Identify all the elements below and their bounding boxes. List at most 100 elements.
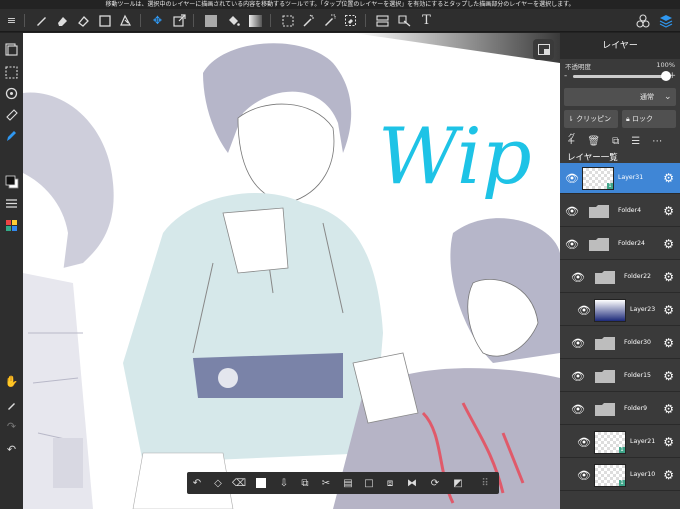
layer-property-icon[interactable] — [3, 41, 20, 58]
eye-icon[interactable]: 👁︎ — [577, 304, 591, 317]
left-tool-column: ✋ ↷ ↶ — [0, 33, 23, 509]
gear-icon[interactable]: ⚙ — [663, 237, 674, 251]
layers-icon[interactable] — [658, 13, 673, 28]
opacity-minus-button[interactable]: - — [564, 71, 567, 81]
folder-icon — [590, 334, 620, 353]
color-fill-icon[interactable] — [203, 13, 218, 28]
ruler-icon[interactable] — [3, 106, 20, 123]
eye-icon[interactable]: 👁︎ — [565, 205, 579, 218]
lock-button[interactable]: 🔒︎ ロック — [622, 110, 676, 128]
gear-icon[interactable]: ⚙ — [663, 435, 674, 449]
layer-row[interactable]: 👁︎ Folder9 ⚙ — [560, 394, 680, 425]
layer-row[interactable]: 👁︎ Folder30 ⚙ — [560, 328, 680, 359]
fill-eraser-icon[interactable] — [76, 13, 91, 28]
eye-icon[interactable]: 👁︎ — [565, 172, 579, 185]
transform-icon[interactable]: ◇ — [210, 475, 226, 491]
shape-icon[interactable] — [118, 13, 133, 28]
blend-mode-select[interactable]: 通常 — [564, 88, 676, 106]
cut-icon[interactable]: ✂ — [318, 475, 334, 491]
list-icon[interactable]: ☰ — [631, 136, 640, 147]
undo-icon[interactable]: ↶ — [3, 441, 20, 458]
layer-row[interactable]: 👁︎ 1 Layer10 ⚙ — [560, 460, 680, 491]
canvas-layout-button[interactable] — [533, 39, 554, 60]
gear-icon[interactable]: ⚙ — [663, 369, 674, 383]
undo-icon[interactable]: ↶ — [189, 475, 205, 491]
layer-row[interactable]: 👁︎ Folder15 ⚙ — [560, 361, 680, 392]
paste-icon[interactable]: ▤ — [340, 475, 356, 491]
gear-icon[interactable]: ⚙ — [663, 270, 674, 284]
redo-icon[interactable]: ↷ — [3, 418, 20, 435]
square-icon[interactable]: □ — [361, 475, 377, 491]
trash-icon[interactable]: 🗑︎ — [587, 136, 600, 147]
hint-message-bar: 移動ツールは、選択中のレイヤーに描画されている内容を移動するツールです。「タップ… — [0, 0, 680, 9]
menu-icon[interactable]: ≡ — [4, 13, 19, 28]
layer-row[interactable]: 👁︎ Layer23 ⚙ — [560, 295, 680, 326]
layer-name: Folder15 — [624, 372, 651, 379]
duplicate-icon[interactable]: ⧉ — [612, 136, 619, 147]
palette-icon[interactable] — [3, 217, 20, 234]
eye-icon[interactable]: 👁︎ — [571, 271, 585, 284]
select-rect-icon[interactable] — [280, 13, 295, 28]
gear-icon[interactable]: ⚙ — [663, 171, 674, 185]
rotate-icon[interactable] — [3, 85, 20, 102]
copy-icon[interactable]: ⧉ — [297, 475, 313, 491]
white-swatch-icon[interactable] — [253, 475, 269, 491]
layout-icon[interactable] — [375, 13, 390, 28]
layer-row[interactable]: 👁︎ 1 Layer31 ⚙ — [560, 163, 680, 194]
add-layer-icon[interactable]: + — [567, 136, 575, 147]
select-pen-icon[interactable] — [322, 13, 337, 28]
brush-list-icon[interactable] — [3, 195, 20, 212]
grip-icon[interactable]: ⠿ — [477, 475, 493, 491]
rectangle-icon[interactable] — [97, 13, 112, 28]
folder-icon — [584, 202, 614, 221]
move-icon[interactable]: ✥ — [150, 13, 165, 28]
eye-icon[interactable]: 👁︎ — [565, 238, 579, 251]
gear-icon[interactable]: ⚙ — [663, 402, 674, 416]
flip-icon[interactable]: ⧓ — [404, 475, 420, 491]
clipping-button[interactable]: ⇂ クリッピング — [564, 110, 618, 141]
layer-thumbnail: 1 — [582, 167, 614, 190]
transform-icon[interactable] — [172, 13, 187, 28]
eye-icon[interactable]: 👁︎ — [571, 337, 585, 350]
layer-row[interactable]: 👁︎ Folder22 ⚙ — [560, 262, 680, 293]
color-swatch-icon[interactable] — [3, 173, 20, 190]
layer-badge: 1 — [607, 183, 613, 189]
divide-icon[interactable] — [397, 13, 412, 28]
eye-icon[interactable]: 👁︎ — [571, 370, 585, 383]
opacity-slider-track[interactable] — [573, 75, 666, 78]
opacity-slider-knob[interactable] — [661, 71, 671, 81]
drawing-canvas[interactable]: Wip — [23, 33, 560, 509]
mask-icon[interactable]: ◩ — [450, 475, 466, 491]
gear-icon[interactable]: ⚙ — [663, 468, 674, 482]
gradation-icon[interactable] — [248, 13, 263, 28]
eye-icon[interactable]: 👁︎ — [571, 403, 585, 416]
materials-icon[interactable] — [635, 13, 650, 28]
layer-row[interactable]: 👁︎ 1 Layer21 ⚙ — [560, 427, 680, 458]
brush-icon[interactable] — [34, 13, 49, 28]
eraser-icon[interactable]: ⌫ — [231, 475, 247, 491]
rotate-icon[interactable]: ⟳ — [427, 475, 443, 491]
more-icon[interactable]: ⋯ — [652, 136, 662, 147]
hand-icon[interactable]: ✋ — [3, 373, 20, 390]
gear-icon[interactable]: ⚙ — [663, 303, 674, 317]
layer-row[interactable]: 👁︎ Folder24 ⚙ — [560, 229, 680, 260]
pen-blue-icon[interactable] — [3, 127, 20, 144]
lock-icon: 🔒︎ — [626, 115, 630, 123]
text-icon[interactable]: T — [419, 13, 434, 28]
select-icon[interactable]: ⧈ — [382, 475, 398, 491]
layer-thumbnail: 1 — [594, 431, 626, 454]
eye-icon[interactable]: 👁︎ — [577, 469, 591, 482]
magic-wand-icon[interactable] — [301, 13, 316, 28]
layer-row[interactable]: 👁︎ Folder4 ⚙ — [560, 196, 680, 227]
download-icon[interactable]: ⇩ — [276, 475, 292, 491]
gear-icon[interactable]: ⚙ — [663, 204, 674, 218]
eraser-icon[interactable] — [55, 13, 70, 28]
opacity-label: 不透明度 — [565, 63, 591, 71]
gear-icon[interactable]: ⚙ — [663, 336, 674, 350]
bucket-icon[interactable] — [226, 13, 241, 28]
layer-name: Layer21 — [630, 438, 656, 445]
eye-icon[interactable]: 👁︎ — [577, 436, 591, 449]
eyedropper-icon[interactable] — [3, 396, 20, 413]
select-eraser-icon[interactable] — [343, 13, 358, 28]
selection-icon[interactable] — [3, 64, 20, 81]
